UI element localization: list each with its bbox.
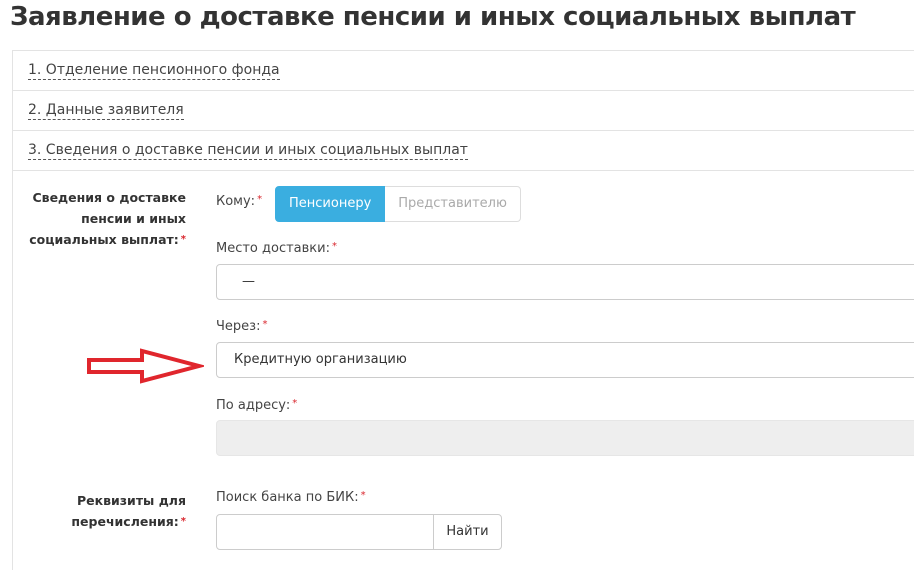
bik-input[interactable] bbox=[217, 515, 433, 549]
section-link-3[interactable]: 3. Сведения о доставке пенсии и иных соц… bbox=[28, 141, 468, 160]
find-button[interactable]: Найти bbox=[433, 515, 501, 549]
to-label: Кому: * bbox=[216, 194, 263, 209]
option-representative[interactable]: Представителю bbox=[385, 186, 521, 222]
option-pensioner[interactable]: Пенсионеру bbox=[275, 186, 386, 222]
page-title: Заявление о доставке пенсии и иных социа… bbox=[10, 2, 856, 32]
bik-search: Найти bbox=[216, 514, 502, 550]
section-link-1[interactable]: 1. Отделение пенсионного фонда bbox=[28, 61, 280, 80]
section-header-1[interactable]: 1. Отделение пенсионного фонда bbox=[12, 50, 914, 90]
address-label: По адресу: * bbox=[216, 398, 298, 413]
requisites-group-label: Реквизиты для перечисления: * bbox=[71, 493, 186, 529]
bik-label: Поиск банка по БИК: * bbox=[216, 490, 366, 505]
section-link-2[interactable]: 2. Данные заявителя bbox=[28, 101, 184, 120]
delivery-group-label: Сведения о доставке пенсии и иных социал… bbox=[29, 190, 186, 247]
place-label: Место доставки: * bbox=[216, 241, 337, 256]
red-arrow-icon bbox=[87, 348, 204, 384]
section-header-2[interactable]: 2. Данные заявителя bbox=[12, 90, 914, 130]
recipient-toggle[interactable]: Пенсионеру Представителю bbox=[275, 186, 521, 222]
via-label: Через: * bbox=[216, 319, 268, 334]
address-input[interactable] bbox=[216, 420, 914, 456]
via-select[interactable]: Кредитную организацию bbox=[216, 342, 914, 378]
section-header-3[interactable]: 3. Сведения о доставке пенсии и иных соц… bbox=[12, 130, 914, 170]
place-select[interactable]: — bbox=[216, 264, 914, 300]
